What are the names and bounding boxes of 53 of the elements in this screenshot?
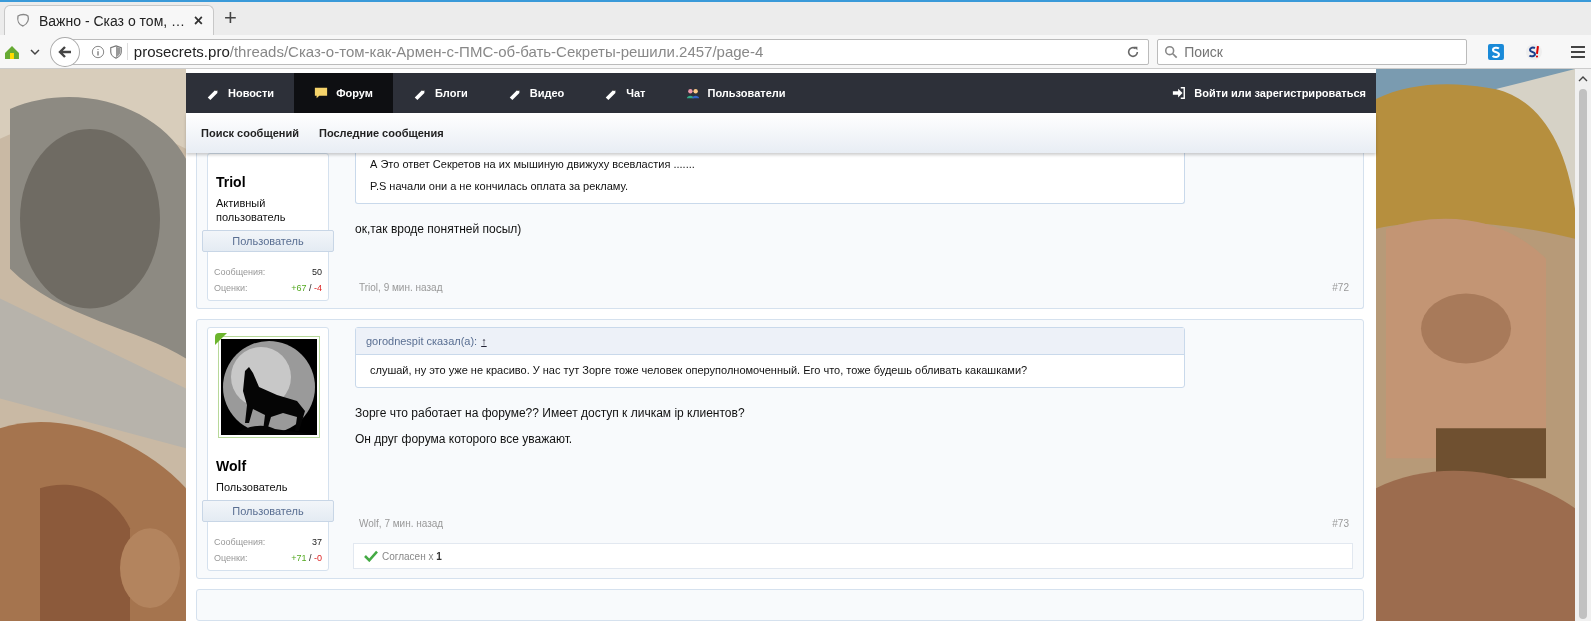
rating-value: +67 / -4 <box>291 282 322 295</box>
rating-value: +71 / -0 <box>291 552 322 565</box>
nav-tab[interactable]: Новости <box>186 73 295 113</box>
back-arrow-icon <box>56 43 73 60</box>
stat-value: 50 <box>312 266 322 279</box>
house-icon[interactable] <box>4 43 20 60</box>
users-icon <box>685 86 700 100</box>
user-title: Пользователь <box>215 480 289 494</box>
quote-text: P.S начали они а не кончилась оплата за рекламу. <box>370 179 629 193</box>
checkmark-icon <box>364 550 378 562</box>
tab-title: Важно - Сказ о том, … <box>39 12 186 29</box>
quote-text: слушай, ну это уже не красиво. У нас тут Зорге тоже человек оперуполномоченный. Его что, тоже будешь обливать какашками? <box>370 363 1029 377</box>
jump-link[interactable]: ↑ <box>481 335 487 347</box>
reload-icon[interactable] <box>1126 44 1141 59</box>
stat-value: 37 <box>312 536 322 549</box>
address-bar[interactable]: prosecrets.pro/threads/Сказ-о-том-как-Армен-с-ПМС-об-бать-Секреты-решили.2457/page-4 <box>71 38 1150 65</box>
message-text: Он друг форума которого все уважают. <box>355 431 574 448</box>
search-icon <box>1164 44 1179 59</box>
browser-tab[interactable]: Важно - Сказ о том, … × <box>4 5 214 35</box>
message-text: Зорге что работает на форуме?? Имеет доступ к личкам ip клиентов? <box>355 405 746 422</box>
scroll-up-icon[interactable] <box>1578 75 1588 83</box>
shield-icon[interactable] <box>108 44 123 59</box>
search-field[interactable]: Поиск <box>1157 38 1468 65</box>
stat-label: Оценки: <box>214 282 248 295</box>
stat-label: Сообщения: <box>214 536 266 549</box>
stat-label: Сообщения: <box>214 266 266 279</box>
sign-in-icon <box>1172 86 1187 100</box>
extension-icon[interactable] <box>1525 42 1544 61</box>
user-banner: Пользователь <box>202 230 334 252</box>
scrollbar[interactable] <box>1575 69 1591 621</box>
quote-text: А Это ответ Секретов на их мышиную движуху всевластия ....... <box>370 157 696 171</box>
login-link[interactable]: Войти или зарегистрироваться <box>1152 73 1376 113</box>
user-title: Активный пользователь <box>215 196 287 224</box>
nav-tab[interactable]: Блоги <box>392 73 488 113</box>
info-icon[interactable] <box>90 44 105 59</box>
nav-tab[interactable]: Пользователи <box>665 73 806 113</box>
nav-tab[interactable]: Видео <box>487 73 585 113</box>
likes-text: Согласен х 1 <box>382 550 442 562</box>
subnav-link[interactable]: Последние сообщения <box>319 127 444 139</box>
user-banner: Пользователь <box>202 500 334 522</box>
subnav-link[interactable]: Поиск сообщений <box>201 127 299 139</box>
speech-bubble-icon <box>314 86 329 100</box>
close-tab-button[interactable]: × <box>193 11 203 30</box>
quote-author: gorodnespit сказал(а): <box>366 335 478 347</box>
stat-label: Оценки: <box>214 552 248 565</box>
message-text: ок,так вроде понятней посыл) <box>355 221 523 238</box>
nav-tab[interactable]: Форум <box>294 73 393 113</box>
username-link[interactable]: Wolf <box>208 438 328 474</box>
caret-icon[interactable] <box>29 46 40 57</box>
new-tab-button[interactable]: + <box>214 5 247 35</box>
username-link[interactable]: Triol <box>208 154 328 190</box>
nav-tab[interactable]: Чат <box>584 73 666 113</box>
back-button[interactable] <box>49 36 80 67</box>
